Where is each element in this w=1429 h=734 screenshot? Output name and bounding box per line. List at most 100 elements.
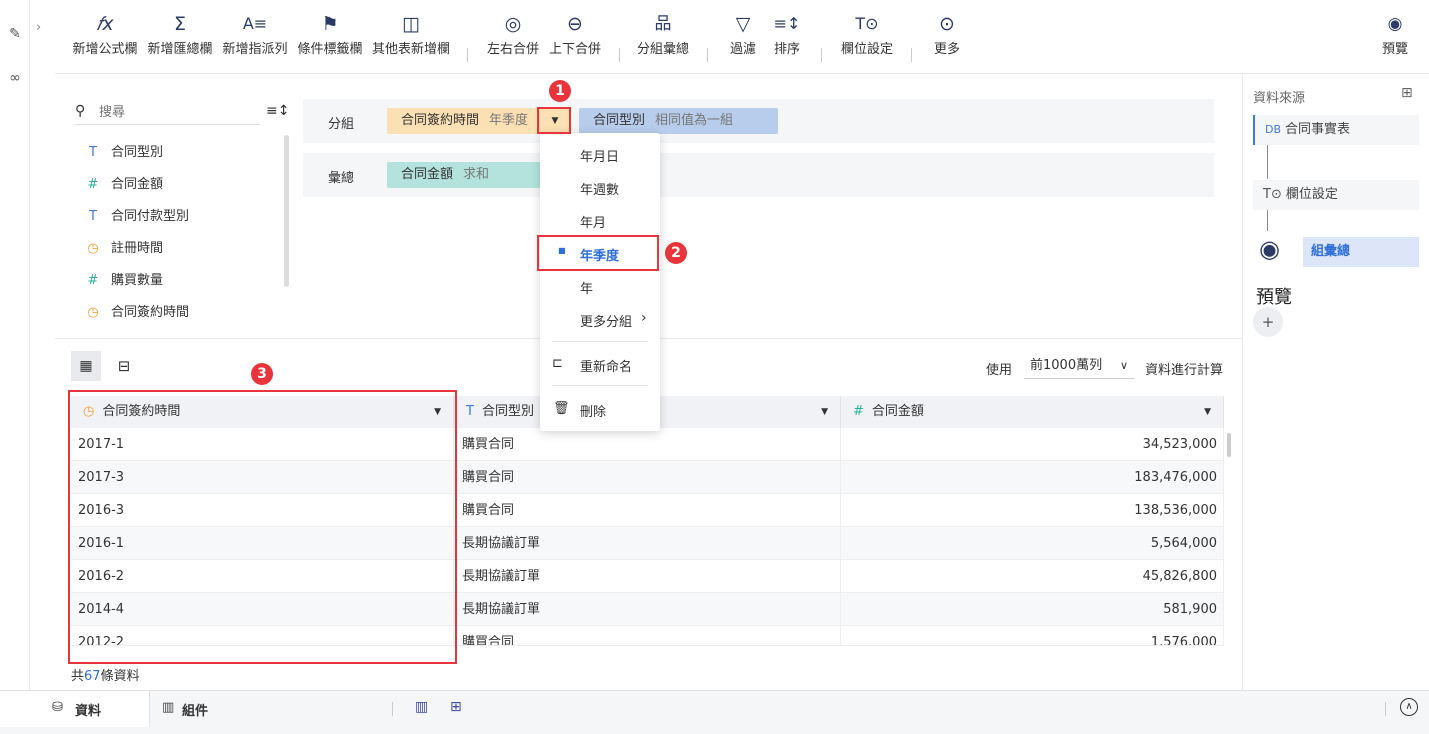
table-cell[interactable]: 581,900 [841, 593, 1224, 626]
row-count: 共67條資料 [71, 669, 140, 684]
chart-icon: ▥ [162, 700, 175, 715]
menu-item-ymd[interactable]: 年月日 [580, 146, 619, 165]
column-header-amount[interactable]: # 合同金額 ▼ [841, 396, 1224, 428]
sort-dropdown-icon[interactable]: ▼ [821, 396, 828, 428]
field-item[interactable]: # 購買數量 [83, 270, 163, 292]
table-cell[interactable]: 長期協議訂單 [454, 593, 841, 626]
field-settings-node[interactable]: T⊙ 欄位設定 [1253, 180, 1419, 210]
add-assign-column-button[interactable]: A≡ 新增指派列 [220, 10, 290, 57]
search-box[interactable]: ⚲ [75, 101, 260, 125]
group-summary-icon: 品 [654, 14, 672, 34]
field-settings-button[interactable]: T⊙ 欄位設定 [837, 10, 897, 57]
merge-up-down-button[interactable]: ⊖ 上下合併 [545, 10, 605, 57]
bottom-divider [392, 702, 393, 716]
grid-icon: ▦ [79, 358, 93, 374]
table-cell[interactable]: 長期協議訂單 [454, 560, 841, 593]
db-icon: DB [1265, 123, 1282, 136]
menu-item-year[interactable]: 年 [580, 278, 593, 297]
menu-item-rename[interactable]: 重新命名 [580, 356, 632, 375]
number-type-icon: # [853, 404, 864, 419]
summary-pill-contract-amount[interactable]: 合同金額 求和 [387, 162, 542, 188]
use-label: 使用 [986, 363, 1013, 378]
add-summary-column-button[interactable]: Σ 新增匯總欄 [145, 10, 215, 57]
table-scrollbar[interactable] [1227, 433, 1231, 457]
field-item[interactable]: ◷ 合同簽約時間 [83, 302, 189, 324]
field-item[interactable]: T 合同型別 [83, 142, 163, 164]
calc-label: 資料進行計算 [1145, 363, 1224, 378]
field-scrollbar[interactable] [284, 135, 289, 287]
filter-button[interactable]: ▽ 過濾 [723, 10, 763, 57]
preview-button[interactable]: ◉ 預覽 [1373, 10, 1417, 57]
menu-divider [552, 385, 648, 386]
step-badge-1: 1 [549, 80, 571, 102]
menu-item-year-month[interactable]: 年月 [580, 212, 606, 231]
add-dashboard-icon[interactable]: ⊞ [450, 699, 462, 715]
tab-component[interactable]: ▥ 組件 [150, 691, 300, 727]
table-cell[interactable]: 45,826,800 [841, 560, 1224, 593]
collapse-up-icon[interactable]: ∧ [1400, 698, 1418, 716]
add-formula-column-button[interactable]: 𝑓x 新增公式欄 [70, 10, 140, 57]
number-type-icon: # [87, 273, 99, 288]
grid-view-button[interactable]: ▦ [71, 351, 101, 381]
edit-data-icon[interactable]: ✎ [7, 26, 23, 42]
menu-item-more-group[interactable]: 更多分組 [580, 311, 632, 330]
menu-item-delete[interactable]: 刪除 [580, 401, 606, 420]
expand-chevron-icon[interactable]: › [36, 20, 41, 35]
text-type-icon: T [89, 209, 97, 224]
sort-fields-icon[interactable]: ≡↕ [266, 103, 289, 119]
chevron-down-icon: ∨ [1119, 359, 1128, 372]
table-cell[interactable]: 183,476,000 [841, 461, 1224, 494]
field-item[interactable]: # 合同金額 [83, 174, 163, 196]
source-node[interactable]: DB 合同事實表 [1253, 115, 1419, 145]
flow-connector [1267, 210, 1268, 232]
right-panel: 資料來源 ⊞ DB 合同事實表 T⊙ 欄位設定 組彙總 ◉ 預覽 + [1242, 75, 1429, 690]
table-cell[interactable]: 購買合同 [454, 461, 841, 494]
data-source-title: 資料來源 [1253, 91, 1306, 106]
field-settings-icon: T⊙ [1263, 187, 1282, 202]
left-rail: ✎ ∞ [0, 0, 30, 690]
layout-icon: ⊟ [117, 357, 131, 375]
bottom-bar: ⛁ 資料 ▥ 組件 ▥ ⊞ ∧ [0, 690, 1429, 734]
table-cell[interactable]: 138,536,000 [841, 494, 1224, 527]
table-cell[interactable]: 購買合同 [454, 428, 841, 461]
table-cell[interactable]: 34,523,000 [841, 428, 1224, 461]
table-cell[interactable]: 購買合同 [454, 626, 841, 646]
field-item[interactable]: ◷ 註冊時間 [83, 238, 163, 260]
assign-column-icon: A≡ [242, 14, 268, 33]
layout-toggle-icon[interactable]: ⊞ [1401, 85, 1413, 101]
eye-icon: ◉ [1259, 235, 1280, 263]
field-item[interactable]: T 合同付款型別 [83, 206, 189, 228]
add-node-button[interactable]: + [1253, 307, 1283, 337]
merge-left-right-button[interactable]: ◎ 左右合併 [483, 10, 543, 57]
field-settings-icon: T⊙ [855, 14, 879, 33]
number-type-icon: # [87, 177, 99, 192]
table-cell[interactable]: 購買合同 [454, 494, 841, 527]
search-input[interactable] [99, 102, 249, 122]
sort-dropdown-icon[interactable]: ▼ [1204, 396, 1211, 428]
condition-tag-column-button[interactable]: ⚑ 條件標籤欄 [295, 10, 365, 57]
step-badge-2: 2 [665, 242, 687, 264]
chevron-right-icon: › [641, 310, 647, 326]
more-button[interactable]: ⊙ 更多 [927, 10, 967, 57]
filter-icon: ▽ [735, 13, 751, 35]
table-cell[interactable]: 5,564,000 [841, 527, 1224, 560]
table-cell[interactable]: 1,576,000 [841, 626, 1224, 646]
other-table-add-column-button[interactable]: ◫ 其他表新增欄 [369, 10, 453, 57]
rename-icon: ⊏ [552, 356, 563, 371]
eye-icon: ◉ [1387, 14, 1403, 34]
group-pill-contract-type[interactable]: 合同型別 相同值為一組 [579, 108, 778, 134]
tab-data[interactable]: ⛁ 資料 [0, 691, 150, 727]
more-icon: ⊙ [939, 13, 955, 35]
table-cell[interactable]: 長期協議訂單 [454, 527, 841, 560]
preview-popup[interactable]: ◉ 預覽 [1251, 231, 1303, 311]
add-chart-component-icon[interactable]: ▥ [415, 699, 428, 715]
rows-select[interactable]: 前1000萬列 ∨ [1024, 353, 1134, 379]
group-label: 分組 [328, 117, 355, 132]
link-icon[interactable]: ∞ [7, 70, 23, 86]
search-icon: ⚲ [75, 103, 86, 119]
fx-icon: 𝑓x [96, 13, 114, 35]
menu-item-year-week[interactable]: 年週數 [580, 179, 619, 198]
layout-view-button[interactable]: ⊟ [109, 351, 139, 381]
group-summary-button[interactable]: 品 分組彙總 [633, 10, 693, 57]
sort-button[interactable]: ≡↕ 排序 [767, 10, 807, 57]
